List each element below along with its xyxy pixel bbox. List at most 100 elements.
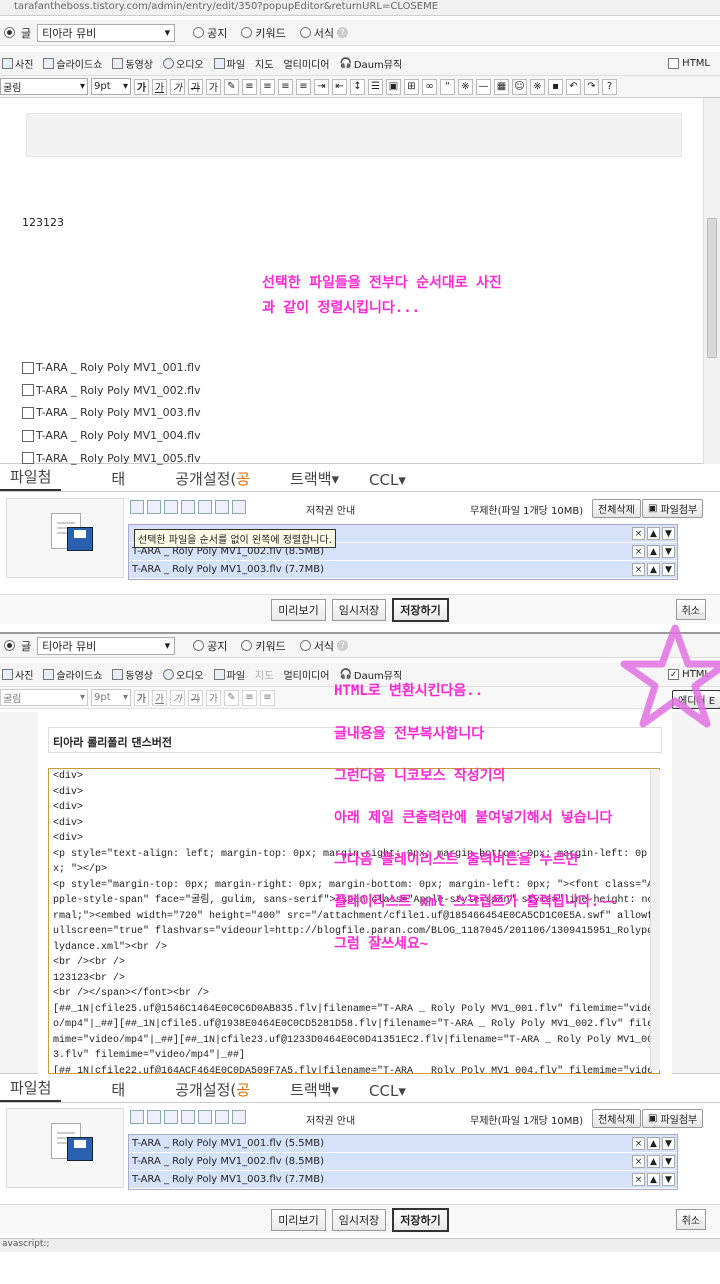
category-select[interactable]: 티아라 뮤비 ▾	[37, 636, 176, 655]
tab-file-attach[interactable]: 파일첨	[0, 1077, 62, 1102]
file-link[interactable]: T-ARA _ Roly Poly MV1_004.flv	[22, 429, 201, 442]
slideshow-icon[interactable]	[215, 500, 229, 514]
move-down-icon[interactable]: ▼	[662, 1173, 675, 1186]
keyword-radio[interactable]	[241, 27, 253, 38]
align-full-icon[interactable]	[181, 500, 195, 514]
photo-button[interactable]: 사진	[2, 667, 33, 682]
editor-area[interactable]: 123123 T-ARA _ Roly Poly MV1_001.flv T-AR…	[0, 98, 720, 556]
copyright-link[interactable]: 저작권 안내	[306, 502, 355, 517]
video-button[interactable]: 동영상	[112, 667, 153, 682]
multimedia-button[interactable]: 멀티미디어	[283, 667, 329, 682]
move-up-icon[interactable]: ▲	[647, 563, 660, 576]
preview-button[interactable]: 미리보기	[271, 598, 326, 621]
list-icon[interactable]: ☰	[368, 78, 383, 95]
audio-button[interactable]: 오디오	[163, 667, 204, 682]
move-down-icon[interactable]: ▼	[662, 527, 675, 540]
source-scrollbar[interactable]	[650, 770, 660, 1070]
file-link[interactable]: T-ARA _ Roly Poly MV1_003.flv	[22, 406, 201, 419]
align-left-icon[interactable]: ≡	[242, 78, 257, 95]
align-left-icon[interactable]	[130, 500, 144, 514]
bold-button[interactable]: 가	[134, 78, 149, 95]
emoticon-icon[interactable]: ☺	[512, 78, 527, 95]
move-up-icon[interactable]: ▲	[647, 527, 660, 540]
line-height-icon[interactable]: ↕	[350, 78, 365, 95]
cancel-button[interactable]: 취소	[675, 599, 706, 620]
sound-icon[interactable]	[232, 500, 246, 514]
move-up-icon[interactable]: ▲	[647, 1155, 660, 1168]
attached-file-row[interactable]: T-ARA _ Roly Poly MV1_003.flv (7.7MB) × ▲ ▼	[129, 561, 677, 579]
align-left-icon[interactable]: ≡	[242, 689, 257, 706]
move-up-icon[interactable]: ▲	[647, 545, 660, 558]
tab-tag[interactable]: 태	[101, 468, 135, 491]
attached-file-row[interactable]: T-ARA _ Roly Poly MV1_002.flv (8.5MB) × ▲ ▼	[129, 1153, 677, 1171]
special-char-icon[interactable]: ※	[458, 78, 473, 95]
slideshow-button[interactable]: 슬라이드쇼	[43, 56, 102, 71]
scrollbar-thumb[interactable]	[707, 218, 717, 358]
bold-button[interactable]: 가	[134, 689, 149, 706]
font-color-button[interactable]: 가	[206, 78, 221, 95]
italic-button[interactable]: 가	[170, 78, 185, 95]
grid-icon[interactable]: ▦	[494, 78, 509, 95]
file-link[interactable]: T-ARA _ Roly Poly MV1_005.flv	[22, 452, 201, 465]
indent-icon[interactable]: ⇥	[314, 78, 329, 95]
file-link[interactable]: T-ARA _ Roly Poly MV1_002.flv	[22, 384, 201, 397]
underline-button[interactable]: 가	[152, 78, 167, 95]
remove-file-icon[interactable]: ×	[632, 1137, 645, 1150]
temp-save-button[interactable]: 임시저장	[331, 598, 387, 621]
sound-icon[interactable]	[232, 1110, 246, 1124]
daum-music-button[interactable]: 🎧 Daum뮤직	[339, 56, 402, 71]
remove-file-icon[interactable]: ×	[632, 563, 645, 576]
attach-file-button[interactable]: ▣ 파일첨부	[642, 1109, 704, 1128]
file-button[interactable]: 파일	[213, 667, 245, 682]
move-up-icon[interactable]: ▲	[647, 1137, 660, 1150]
separator-icon[interactable]: —	[476, 78, 491, 95]
align-right-icon[interactable]	[164, 1110, 178, 1124]
video-button[interactable]: 동영상	[112, 56, 153, 71]
tab-trackback[interactable]: 트랙백▾	[280, 468, 349, 491]
font-size-select[interactable]: 9pt ▾	[91, 78, 131, 95]
tab-visibility[interactable]: 공개설정(공	[165, 468, 260, 491]
highlight-icon[interactable]: ✎	[224, 78, 239, 95]
editor-scrollbar[interactable]	[703, 98, 720, 464]
help-icon[interactable]: ?	[602, 78, 617, 95]
save-button[interactable]: 저장하기	[392, 597, 449, 622]
font-color-button[interactable]: 가	[206, 689, 221, 706]
align-center-icon[interactable]: ≡	[260, 78, 275, 95]
delete-all-button[interactable]: 전체삭제	[592, 1109, 641, 1128]
strike-button[interactable]: 가	[188, 689, 203, 706]
quote-icon[interactable]: “	[440, 78, 455, 95]
file-button[interactable]: 파일	[213, 56, 245, 71]
attach-file-button[interactable]: ▣ 파일첨부	[642, 499, 704, 518]
italic-button[interactable]: 가	[170, 689, 185, 706]
slideshow-icon[interactable]	[215, 1110, 229, 1124]
notice-radio[interactable]	[193, 27, 205, 38]
tab-ccl[interactable]: CCL▾	[359, 1082, 416, 1102]
outdent-icon[interactable]: ⇤	[332, 78, 347, 95]
tab-file-attach[interactable]: 파일첨	[0, 466, 62, 491]
keyword-radio[interactable]	[241, 640, 253, 651]
remove-file-icon[interactable]: ×	[632, 527, 645, 540]
font-family-select[interactable]: 굴림 ▾	[0, 78, 88, 95]
attached-file-row[interactable]: T-ARA _ Roly Poly MV1_003.flv (7.7MB) × ▲ ▼	[129, 1171, 677, 1189]
table-icon[interactable]: ⊞	[404, 78, 419, 95]
align-justify-icon[interactable]: ≡	[296, 78, 311, 95]
save-button[interactable]: 저장하기	[392, 1207, 449, 1232]
undo-icon[interactable]: ↶	[566, 78, 581, 95]
preview-button[interactable]: 미리보기	[271, 1208, 326, 1231]
copyright-link[interactable]: 저작권 안내	[306, 1112, 355, 1127]
slideshow-button[interactable]: 슬라이드쇼	[43, 667, 102, 682]
move-down-icon[interactable]: ▼	[662, 545, 675, 558]
underline-button[interactable]: 가	[152, 689, 167, 706]
gallery-icon[interactable]	[198, 1110, 212, 1124]
remove-file-icon[interactable]: ×	[632, 1155, 645, 1168]
map-button[interactable]: 지도	[255, 56, 273, 71]
move-down-icon[interactable]: ▼	[662, 563, 675, 576]
html-toggle[interactable]: HTML	[668, 58, 710, 69]
box-icon[interactable]: ▣	[386, 78, 401, 95]
link-icon[interactable]: ∞	[422, 78, 437, 95]
notice-radio[interactable]	[193, 640, 205, 651]
format-radio[interactable]	[299, 640, 311, 651]
cancel-button[interactable]: 취소	[675, 1209, 706, 1230]
move-down-icon[interactable]: ▼	[662, 1155, 675, 1168]
remove-file-icon[interactable]: ×	[632, 545, 645, 558]
